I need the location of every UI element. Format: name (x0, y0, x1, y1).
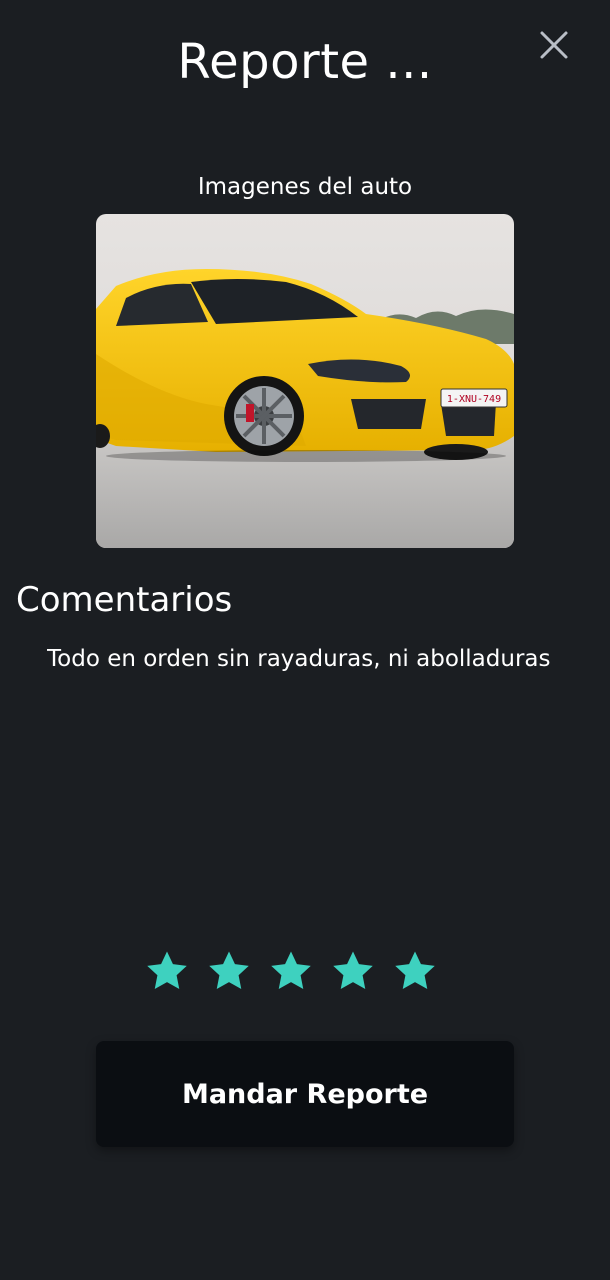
star-icon[interactable] (392, 948, 438, 994)
star-icon[interactable] (330, 948, 376, 994)
comments-title: Comentarios (16, 580, 233, 620)
star-icon[interactable] (268, 948, 314, 994)
page-title: Reporte ... (177, 34, 433, 90)
send-report-button[interactable]: Mandar Reporte (96, 1041, 514, 1147)
close-icon (540, 31, 568, 59)
license-plate-text: 1-XNU-749 (447, 394, 501, 405)
star-icon[interactable] (144, 948, 190, 994)
star-rating[interactable] (144, 948, 444, 998)
car-photo: 1-XNU-749 (96, 214, 514, 548)
comments-field[interactable]: Todo en orden sin rayaduras, ni abolladu… (47, 646, 580, 672)
images-section-label: Imagenes del auto (197, 174, 413, 200)
close-button[interactable] (536, 27, 572, 63)
star-icon[interactable] (206, 948, 252, 994)
